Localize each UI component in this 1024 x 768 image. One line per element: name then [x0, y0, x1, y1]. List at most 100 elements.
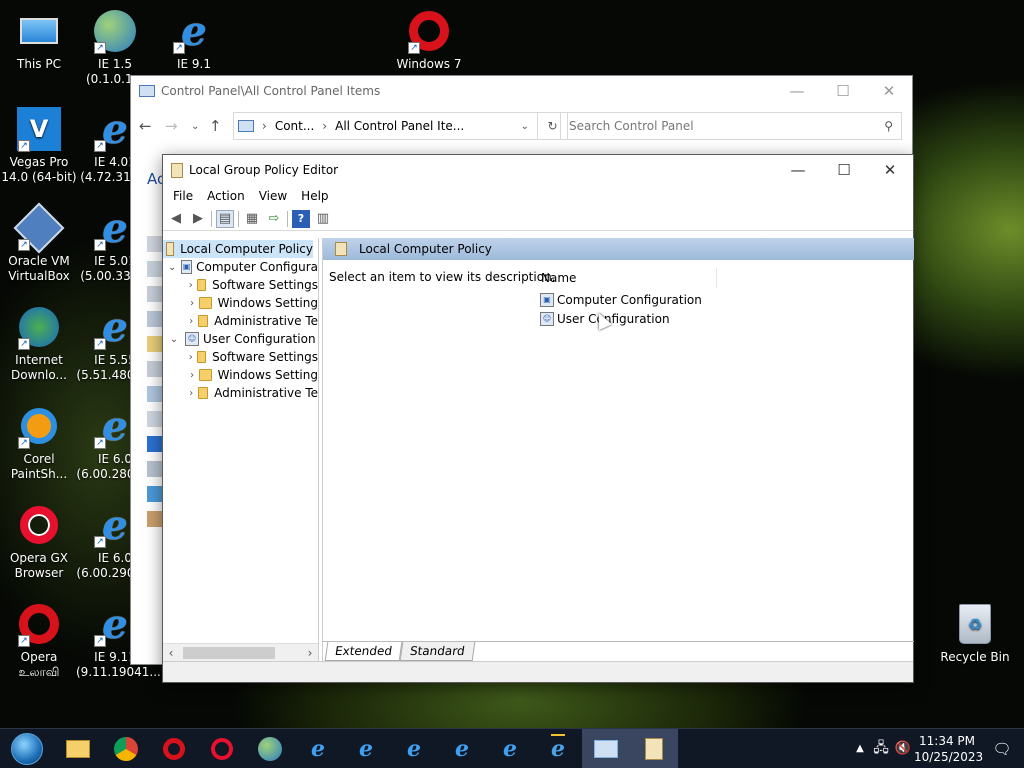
list-column-header[interactable]: Name — [541, 268, 717, 288]
desktop-icon-paintshop[interactable]: ↗ Corel PaintSh... — [0, 403, 78, 482]
chevron-right-icon[interactable]: › — [187, 370, 197, 381]
desktop-icon-virtualbox[interactable]: ↗ Oracle VM VirtualBox — [0, 202, 78, 284]
vegas-icon: V ↗ — [16, 106, 62, 152]
close-button[interactable]: ✕ — [866, 76, 912, 106]
taskbar-ie[interactable]: e — [390, 729, 438, 768]
chevron-down-icon[interactable]: ⌄ — [521, 121, 529, 132]
folder-icon — [196, 279, 207, 291]
chevron-right-icon: › — [262, 119, 267, 133]
desktop-icon-opera-gx[interactable]: Opera GX Browser — [0, 502, 78, 581]
recycle-bin-icon: ♻ — [952, 601, 998, 647]
clock-time: 11:34 PM — [919, 733, 975, 748]
taskbar-chrome[interactable] — [102, 729, 150, 768]
tree-item[interactable]: › Windows Setting — [163, 366, 318, 384]
breadcrumb-item[interactable]: All Control Panel Ite... — [335, 119, 464, 133]
policy-doc-icon — [335, 242, 347, 256]
ie-icon: e ↗ — [171, 8, 217, 55]
windows-orb-icon — [11, 732, 43, 765]
maximize-button[interactable]: ☐ — [820, 76, 866, 106]
forward-icon[interactable]: ▶ — [189, 210, 207, 228]
taskbar-ie[interactable]: e — [486, 729, 534, 768]
tree-item-computer-config[interactable]: ⌄ ▣ Computer Configura — [163, 258, 318, 276]
network-icon[interactable]: 🖧 — [870, 737, 892, 761]
menu-file[interactable]: File — [166, 189, 200, 203]
speaker-muted-icon[interactable]: 🔇 — [892, 741, 914, 756]
taskbar-ie-globe[interactable] — [246, 729, 294, 768]
desktop-icon-idm[interactable]: ↗ Internet Downlo... — [0, 304, 78, 383]
taskbar-opera[interactable] — [150, 729, 198, 768]
forward-arrow-icon[interactable]: → — [165, 117, 185, 135]
chevron-down-icon[interactable]: ⌄ — [167, 262, 177, 273]
menu-view[interactable]: View — [252, 189, 294, 203]
taskbar-ie[interactable]: e — [294, 729, 342, 768]
tree-item[interactable]: › Administrative Te — [163, 312, 318, 330]
details-header: Local Computer Policy — [323, 238, 914, 260]
user-config-icon: ☺ — [185, 332, 199, 346]
close-button[interactable]: ✕ — [867, 155, 913, 185]
chevron-down-icon[interactable]: ⌄ — [191, 121, 203, 132]
chevron-right-icon: › — [322, 119, 328, 133]
chevron-right-icon[interactable]: › — [187, 352, 195, 363]
search-box[interactable]: Search Control Panel ⚲ — [560, 112, 902, 140]
scroll-right-icon[interactable]: › — [302, 646, 318, 660]
back-arrow-icon[interactable]: ← — [139, 117, 159, 135]
minimize-button[interactable]: — — [775, 155, 821, 185]
desktop-icon-opera[interactable]: ↗ Opera உலாவி — [0, 601, 78, 680]
desktop-icon-this-pc[interactable]: This PC — [0, 8, 78, 72]
tree-item[interactable]: › Administrative Te — [163, 384, 318, 402]
chevron-right-icon[interactable]: › — [187, 298, 197, 309]
show-hide-tree-icon[interactable]: ▤ — [216, 209, 234, 228]
window-title: Local Group Policy Editor — [189, 163, 339, 177]
start-button[interactable] — [0, 729, 54, 768]
help-icon[interactable]: ? — [292, 209, 310, 228]
menu-action[interactable]: Action — [200, 189, 252, 203]
notification-icon[interactable]: 🗨 — [980, 740, 1024, 758]
back-icon[interactable]: ◀ — [167, 210, 185, 228]
maximize-button[interactable]: ☐ — [821, 155, 867, 185]
taskbar-ie[interactable]: e — [438, 729, 486, 768]
clock-date: 10/25/2023 — [914, 749, 984, 764]
taskbar-ie-legacy[interactable]: e — [534, 729, 582, 768]
export-list-icon[interactable]: ⇨ — [265, 210, 283, 228]
scroll-left-icon[interactable]: ‹ — [163, 646, 179, 660]
folder-icon — [199, 369, 212, 381]
address-bar[interactable]: › Cont... › All Control Panel Ite... ⌄ — [233, 112, 538, 140]
chevron-up-icon[interactable]: ▲ — [850, 743, 870, 754]
tab-extended[interactable]: Extended — [324, 642, 403, 661]
folder-icon — [196, 351, 207, 363]
filter-icon[interactable]: ▥ — [314, 210, 332, 228]
control-panel-icon — [139, 85, 155, 97]
menu-help[interactable]: Help — [294, 189, 335, 203]
desktop-icon-recycle-bin[interactable]: ♻ Recycle Bin — [936, 601, 1014, 665]
tree-root[interactable]: Local Computer Policy — [163, 240, 313, 258]
desktop-icon-ie91[interactable]: e ↗ IE 9.1 — [155, 8, 233, 72]
chevron-right-icon[interactable]: › — [187, 316, 196, 327]
properties-icon[interactable]: ▦ — [243, 210, 261, 228]
up-arrow-icon[interactable]: ↑ — [209, 117, 227, 135]
chevron-down-icon[interactable]: ⌄ — [167, 334, 181, 345]
chevron-right-icon[interactable]: › — [187, 388, 196, 399]
tree-item[interactable]: › Software Settings — [163, 276, 318, 294]
taskbar-file-explorer[interactable] — [54, 729, 102, 768]
taskbar-ie[interactable]: e — [342, 729, 390, 768]
opera-gx-icon — [16, 502, 62, 548]
desktop-icon-vegas[interactable]: V ↗ Vegas Pro 14.0 (64-bit) — [0, 106, 78, 185]
tree-pane: Local Computer Policy ⌄ ▣ Computer Confi… — [163, 238, 319, 661]
chevron-right-icon[interactable]: › — [187, 280, 195, 291]
desktop-icon-windows7[interactable]: ↗ Windows 7 — [390, 8, 468, 72]
tab-standard[interactable]: Standard — [399, 642, 475, 661]
taskbar-control-panel[interactable] — [582, 728, 630, 768]
tree-item-user-config[interactable]: ⌄ ☺ User Configuration — [163, 330, 318, 348]
scrollbar-thumb[interactable] — [183, 646, 275, 659]
tree-horizontal-scrollbar[interactable]: ‹ › — [163, 643, 318, 661]
policy-doc-icon — [166, 242, 175, 256]
list-item-computer-config[interactable]: ▣ Computer Configuration — [540, 290, 702, 309]
address-row: ← → ⌄ ↑ › Cont... › All Control Panel It… — [131, 106, 912, 146]
tree-item[interactable]: › Windows Setting — [163, 294, 318, 312]
taskbar-opera-gx[interactable] — [198, 729, 246, 768]
breadcrumb-item[interactable]: Cont... — [275, 119, 314, 133]
minimize-button[interactable]: — — [774, 76, 820, 106]
tree-item[interactable]: › Software Settings — [163, 348, 318, 366]
clock[interactable]: 11:34 PM 10/25/2023 — [914, 733, 984, 765]
taskbar-gpedit[interactable] — [630, 728, 678, 768]
